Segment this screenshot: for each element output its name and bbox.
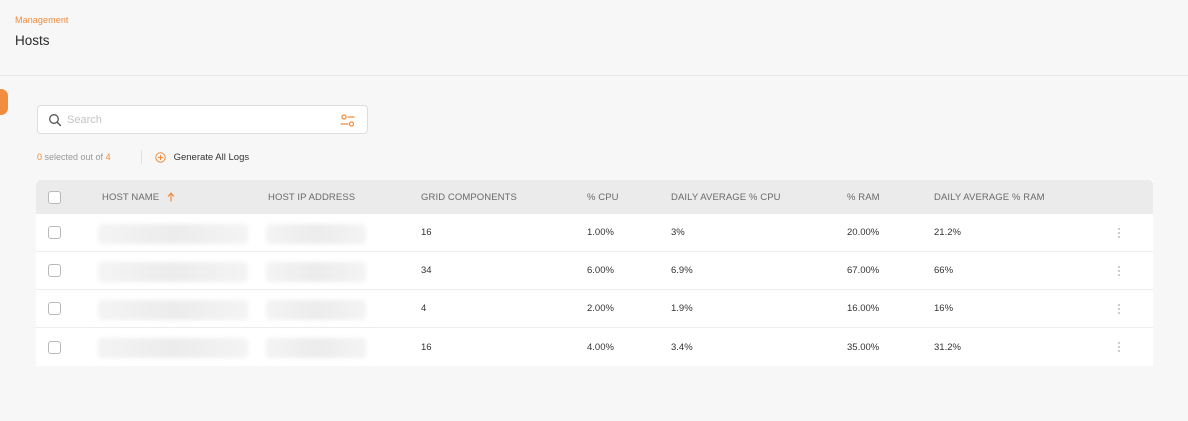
divider	[140, 150, 142, 164]
column-label: DAILY AVERAGE % CPU	[671, 191, 781, 203]
more-options-icon[interactable]	[1117, 341, 1121, 353]
table-row[interactable]: 34 6.00% 6.9% 67.00% 66%	[36, 252, 1153, 290]
grid-components-cell: 4	[421, 303, 427, 314]
breadcrumb[interactable]: Management	[15, 15, 1188, 25]
cpu-cell: 6.00%	[587, 265, 614, 276]
total-count: 4	[105, 152, 111, 162]
daily-avg-cpu-cell: 3%	[671, 227, 685, 238]
row-checkbox[interactable]	[48, 340, 61, 354]
column-header-host-ip[interactable]: HOST IP ADDRESS	[268, 180, 355, 214]
grid-components-cell: 34	[421, 265, 432, 276]
more-options-icon[interactable]	[1117, 265, 1121, 277]
column-header-ram[interactable]: % RAM	[847, 180, 880, 214]
selected-label: selected out of	[42, 152, 106, 162]
daily-avg-ram-cell: 21.2%	[934, 227, 961, 238]
hosts-table: HOST NAME HOST IP ADDRESS GRID COMPONENT…	[36, 180, 1153, 366]
page-header: Management Hosts	[0, 0, 1188, 76]
column-header-daily-avg-cpu[interactable]: DAILY AVERAGE % CPU	[671, 180, 781, 214]
table-row[interactable]: 16 4.00% 3.4% 35.00% 31.2%	[36, 328, 1153, 366]
sidebar-toggle-tab[interactable]	[0, 89, 8, 115]
host-name-redacted	[98, 338, 248, 358]
generate-all-logs-button[interactable]: Generate All Logs	[154, 151, 250, 163]
daily-avg-ram-cell: 16%	[934, 303, 954, 314]
ram-cell: 67.00%	[847, 265, 880, 276]
ram-cell: 20.00%	[847, 227, 880, 238]
column-header-cpu[interactable]: % CPU	[587, 180, 619, 214]
column-label: HOST IP ADDRESS	[268, 191, 356, 203]
daily-avg-cpu-cell: 3.4%	[671, 341, 693, 353]
row-checkbox[interactable]	[48, 226, 61, 239]
daily-avg-cpu-cell: 6.9%	[671, 265, 693, 276]
page-title: Hosts	[15, 33, 50, 48]
cpu-cell: 1.00%	[587, 227, 614, 238]
search-icon	[49, 113, 62, 126]
ram-cell: 16.00%	[847, 303, 880, 314]
sort-ascending-icon	[167, 192, 175, 202]
column-label: DAILY AVERAGE % RAM	[934, 191, 1045, 203]
selection-summary: 0 selected out of 4 Generate All Logs	[37, 150, 249, 164]
column-label: % CPU	[587, 191, 619, 203]
host-name-redacted	[98, 262, 248, 282]
more-options-icon[interactable]	[1117, 227, 1121, 239]
more-options-icon[interactable]	[1117, 303, 1121, 315]
daily-avg-cpu-cell: 1.9%	[671, 303, 693, 314]
host-ip-redacted	[266, 338, 366, 358]
ram-cell: 35.00%	[847, 341, 880, 353]
grid-components-cell: 16	[421, 341, 432, 353]
host-name-redacted	[98, 224, 248, 244]
row-checkbox[interactable]	[48, 302, 61, 315]
plus-circle-icon	[154, 151, 166, 163]
filter-settings-icon[interactable]	[339, 112, 356, 129]
column-label: % RAM	[847, 191, 880, 203]
select-all-checkbox[interactable]	[48, 190, 61, 204]
host-ip-redacted	[266, 224, 366, 244]
daily-avg-ram-cell: 31.2%	[934, 341, 961, 353]
column-header-grid-components[interactable]: GRID COMPONENTS	[421, 180, 517, 214]
host-ip-redacted	[266, 300, 366, 320]
daily-avg-ram-cell: 66%	[934, 265, 954, 276]
table-row[interactable]: 4 2.00% 1.9% 16.00% 16%	[36, 290, 1153, 328]
table-header: HOST NAME HOST IP ADDRESS GRID COMPONENT…	[36, 180, 1153, 214]
generate-all-logs-label: Generate All Logs	[173, 151, 250, 163]
cpu-cell: 2.00%	[587, 303, 614, 314]
grid-components-cell: 16	[421, 227, 432, 238]
search-input[interactable]	[67, 113, 317, 126]
column-header-daily-avg-ram[interactable]: DAILY AVERAGE % RAM	[934, 180, 1045, 214]
cpu-cell: 4.00%	[587, 341, 614, 353]
column-header-host-name[interactable]: HOST NAME	[102, 180, 175, 214]
host-ip-redacted	[266, 262, 366, 282]
column-label: GRID COMPONENTS	[421, 191, 517, 203]
table-row[interactable]: 16 1.00% 3% 20.00% 21.2%	[36, 214, 1153, 252]
column-label: HOST NAME	[102, 191, 160, 203]
host-name-redacted	[98, 300, 248, 320]
row-checkbox[interactable]	[48, 264, 61, 277]
search-bar	[37, 105, 368, 134]
